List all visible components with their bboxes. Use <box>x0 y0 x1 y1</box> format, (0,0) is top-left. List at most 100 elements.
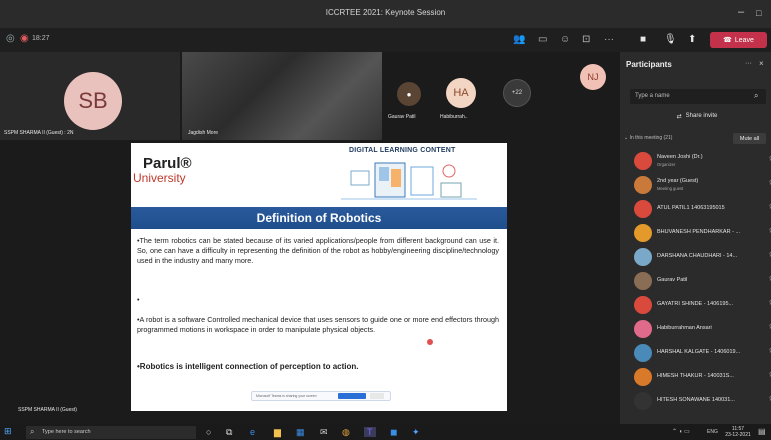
slide-tag: DIGITAL LEARNING CONTENT <box>349 147 456 154</box>
participant-role: Meeting guest <box>657 186 684 191</box>
participant-name: 2nd year (Guest) <box>657 178 699 184</box>
search-icon: ⌕ <box>30 427 35 436</box>
participant-row[interactable]: 2nd year (Guest)Meeting guest🎙 <box>634 174 771 196</box>
overflow-participants-button[interactable]: +22 <box>503 79 531 107</box>
participant-name: DARSHANA CHAUDHARI - 14... <box>657 253 738 259</box>
tile-label: Gaurav Patil <box>388 114 416 120</box>
participant-avatar <box>634 152 652 170</box>
tile-label: Habiburrah.. <box>440 114 468 120</box>
participant-row[interactable]: DARSHANA CHAUDHARI - 14...🎙 <box>634 246 771 268</box>
language-indicator[interactable]: ENG <box>707 429 718 435</box>
participant-role: Organizer <box>657 162 676 167</box>
participant-avatar <box>634 368 652 386</box>
leave-button[interactable]: ☎ Leave <box>710 32 767 48</box>
participant-avatar <box>634 272 652 290</box>
section-label: In this meeting (21) <box>629 135 673 141</box>
slide-paragraph: •A robot is a software Controlled mechan… <box>137 315 499 334</box>
mail-icon[interactable]: ✉ <box>320 427 328 438</box>
task-view-icon[interactable]: ⧉ <box>226 427 232 438</box>
avatar: NJ <box>580 64 606 90</box>
taskbar-search-placeholder: Type here to search <box>42 429 91 435</box>
video-tile[interactable] <box>182 52 382 140</box>
avatar: HA <box>446 78 476 108</box>
panel-header: Participants <box>626 60 672 69</box>
notifications-icon[interactable]: ▤ <box>758 427 766 436</box>
panel-more-icon[interactable]: ··· <box>745 60 752 67</box>
edge-icon[interactable]: e <box>250 427 255 437</box>
restore-button[interactable]: □ <box>756 8 761 18</box>
phone-icon: ☎ <box>723 37 732 44</box>
participant-name: ATUL PATIL1 14063195015 <box>657 205 725 211</box>
taskbar-search-input[interactable]: ⌕ Type here to search <box>26 426 196 439</box>
minimize-button[interactable]: – <box>738 6 744 18</box>
recording-icon: ◉ <box>20 33 29 44</box>
camera-icon[interactable]: ■ <box>640 34 646 45</box>
participant-avatar <box>634 224 652 242</box>
mute-all-button[interactable]: Mute all <box>733 133 766 144</box>
participant-name: Habiburrahman Ansari <box>657 325 712 331</box>
participant-avatar <box>634 320 652 338</box>
slide-brand-subtitle: University <box>133 171 186 185</box>
participant-name: Gaurav Patil <box>657 277 688 283</box>
mic-icon[interactable]: 🎙 <box>664 34 677 45</box>
participant-avatar <box>634 248 652 266</box>
meeting-toolbar <box>0 28 620 52</box>
participant-name: Naveen Joshi (Dr.) <box>657 154 703 160</box>
chrome-icon[interactable]: ◍ <box>342 427 350 438</box>
chat-icon[interactable]: ▭ <box>538 34 547 45</box>
participant-name: HARSHAL KALGATE - 1406019... <box>657 349 741 355</box>
participant-row[interactable]: BHUVANESH PENDHARKAR - ...🎙 <box>634 222 771 244</box>
participant-row[interactable]: ATUL PATIL1 14063195015🎙 <box>634 198 771 220</box>
share-link-icon: ⇄ <box>676 113 682 120</box>
reactions-icon[interactable]: ☺ <box>560 34 570 45</box>
participant-row[interactable]: HARSHAL KALGATE - 1406019...🎙 <box>634 342 771 364</box>
window-titlebar: ICCRTEE 2021: Keynote Session – □ <box>0 0 771 28</box>
tile-label: SSPM SHARMA II (Guest) : 2N <box>4 130 74 136</box>
screen-share-bar: Microsoft Teams is sharing your screen <box>251 391 391 401</box>
shared-slide: Parul® University DIGITAL LEARNING CONTE… <box>131 143 507 411</box>
slide-bold-line: •Robotics is intelligent connection of p… <box>137 362 359 371</box>
teams-icon[interactable]: T <box>364 427 376 437</box>
participant-row[interactable]: Naveen Joshi (Dr.)Organizer🎙 <box>634 150 771 172</box>
participant-name: HITESH SONAWANE 140031... <box>657 397 735 403</box>
participants-icon[interactable]: 👥 <box>513 34 525 45</box>
store-icon[interactable]: ▦ <box>296 427 305 438</box>
shield-icon: ◎ <box>6 33 15 44</box>
slide-paragraph: •The term robotics can be stated because… <box>137 236 499 265</box>
participant-name: GAYATRI SHINDE - 1406195... <box>657 301 734 307</box>
close-icon[interactable]: × <box>759 59 764 68</box>
tile-label: Jagdish More <box>188 130 219 136</box>
rooms-icon[interactable]: ⊡ <box>582 34 590 45</box>
leave-label: Leave <box>734 36 754 44</box>
hide-button[interactable] <box>370 393 384 399</box>
meeting-timer: 18:27 <box>32 35 50 42</box>
participant-avatar <box>634 296 652 314</box>
share-invite-button[interactable]: ⇄ Share invite <box>638 109 756 123</box>
tray-icons[interactable]: ⌃ ◖ ▭ <box>672 428 690 435</box>
participant-name: BHUVANESH PENDHARKAR - ... <box>657 229 741 235</box>
clock-date: 23-12-2021 <box>725 432 751 438</box>
app-icon-2[interactable]: ✦ <box>412 427 420 438</box>
participant-avatar <box>634 200 652 218</box>
search-placeholder: Type a name <box>635 93 670 99</box>
windows-start-icon[interactable]: ⊞ <box>4 426 12 437</box>
participant-row[interactable]: Gaurav Patil🎙 <box>634 270 771 292</box>
participant-row[interactable]: Habiburrahman Ansari🎙 <box>634 318 771 340</box>
stop-sharing-button[interactable] <box>338 393 366 399</box>
participant-search-input[interactable]: Type a name ⌕ <box>630 89 766 104</box>
slide-brand: Parul® <box>143 155 192 172</box>
participant-avatar <box>634 176 652 194</box>
participant-name: HIMESH THAKUR - 140031S... <box>657 373 734 379</box>
clock[interactable]: 11:57 23-12-2021 <box>722 426 754 438</box>
app-icon[interactable]: ◼ <box>390 427 397 438</box>
section-header[interactable]: ⌄ In this meeting (21) <box>624 135 672 141</box>
share-icon[interactable]: ⬆ <box>688 34 696 45</box>
participant-row[interactable]: GAYATRI SHINDE - 1406195...🎙 <box>634 294 771 316</box>
file-explorer-icon[interactable]: ▆ <box>274 427 281 438</box>
cortana-icon[interactable]: ○ <box>206 427 211 437</box>
slide-bullet: • <box>137 295 140 304</box>
more-actions-icon[interactable]: ··· <box>604 34 614 45</box>
slide-title: Definition of Robotics <box>256 211 382 225</box>
participant-row[interactable]: HIMESH THAKUR - 140031S...🎙 <box>634 366 771 388</box>
participant-row[interactable]: HITESH SONAWANE 140031...🎙 <box>634 390 771 412</box>
